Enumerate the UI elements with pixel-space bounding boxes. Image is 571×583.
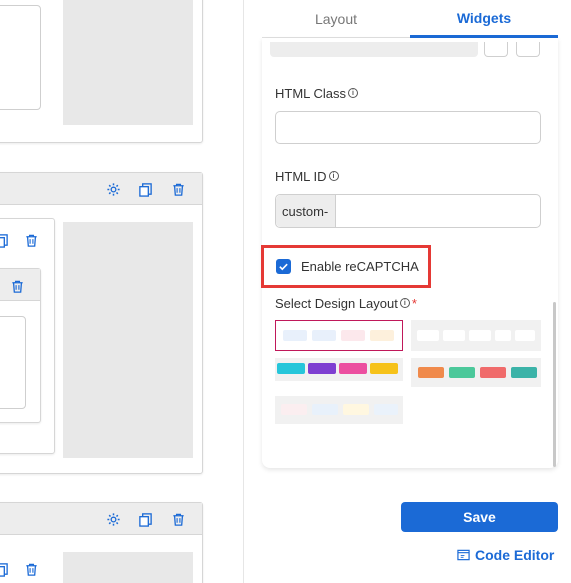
html-id-label: HTML ID i	[275, 167, 339, 185]
layout-preview-tile	[341, 330, 365, 341]
duplicate-icon[interactable]	[0, 560, 10, 578]
partial-input-row	[270, 42, 478, 57]
html-class-label-text: HTML Class	[275, 85, 347, 101]
layout-preview-tile	[449, 367, 475, 378]
layout-preview-tile	[515, 330, 535, 341]
recaptcha-highlight: Enable reCAPTCHA	[261, 245, 431, 288]
duplicate-icon[interactable]	[0, 231, 10, 249]
layout-preview-tile	[281, 404, 307, 415]
layout-preview-tile	[277, 363, 305, 374]
code-editor-link[interactable]: Code Editor	[457, 547, 554, 563]
html-id-prefix: custom-	[276, 195, 336, 227]
layout-preview-tile	[308, 363, 336, 374]
gear-icon[interactable]	[104, 510, 122, 528]
required-mark: *	[411, 295, 417, 311]
html-class-label: HTML Class i	[275, 84, 359, 102]
layout-preview-tile	[469, 330, 491, 341]
layout-preview-tile	[339, 363, 367, 374]
design-layout-label-text: Select Design Layout	[275, 295, 398, 311]
info-icon[interactable]: i	[399, 298, 410, 308]
code-editor-label[interactable]: Code Editor	[475, 547, 554, 563]
section-1-placeholder	[63, 0, 193, 125]
nested-widget-inner-box[interactable]	[0, 316, 26, 409]
design-layout-label: Select Design Layout i *	[275, 294, 417, 312]
tab-layout[interactable]: Layout	[262, 0, 410, 38]
tab-widgets[interactable]: Widgets	[410, 0, 558, 38]
layout-preview-tile	[343, 404, 369, 415]
design-layout-option-4[interactable]	[411, 358, 541, 387]
layout-preview-tile	[312, 330, 336, 341]
design-layout-option-5[interactable]	[275, 396, 403, 424]
trash-icon[interactable]	[22, 231, 40, 249]
partial-button[interactable]	[516, 42, 540, 57]
layout-preview-tile	[418, 367, 444, 378]
html-id-label-text: HTML ID	[275, 168, 327, 184]
code-editor-icon	[457, 549, 470, 561]
info-icon[interactable]: i	[328, 171, 339, 181]
trash-icon[interactable]	[22, 560, 40, 578]
design-layout-option-3[interactable]	[275, 358, 403, 381]
info-icon[interactable]: i	[348, 88, 359, 98]
recaptcha-checkbox[interactable]	[276, 259, 291, 274]
trash-icon[interactable]	[169, 180, 187, 198]
trash-icon[interactable]	[8, 277, 26, 295]
layout-preview-tile	[312, 404, 338, 415]
layout-preview-tile	[495, 330, 511, 341]
builder-canvas	[0, 0, 230, 583]
layout-preview-tile	[283, 330, 307, 341]
layout-preview-tile	[417, 330, 439, 341]
design-layout-option-1[interactable]	[275, 320, 403, 351]
design-layout-option-2[interactable]	[411, 320, 541, 351]
partial-button[interactable]	[484, 42, 508, 57]
section-3-placeholder	[63, 552, 193, 583]
section-1-inner-box[interactable]	[0, 5, 41, 110]
html-id-field[interactable]: custom-	[275, 194, 541, 228]
panel-tabs: Layout Widgets	[262, 0, 558, 38]
duplicate-icon[interactable]	[136, 510, 154, 528]
scrollbar[interactable]	[553, 302, 556, 467]
trash-icon[interactable]	[169, 510, 187, 528]
recaptcha-label[interactable]: Enable reCAPTCHA	[301, 259, 419, 274]
section-2-placeholder	[63, 222, 193, 458]
layout-preview-tile	[370, 363, 398, 374]
check-icon	[279, 263, 288, 271]
html-class-input[interactable]	[275, 111, 541, 144]
duplicate-icon[interactable]	[136, 180, 154, 198]
layout-preview-tile	[480, 367, 506, 378]
layout-preview-tile	[374, 404, 398, 415]
layout-preview-tile	[511, 367, 537, 378]
layout-preview-tile	[370, 330, 394, 341]
layout-preview-tile	[443, 330, 465, 341]
gear-icon[interactable]	[104, 180, 122, 198]
save-button[interactable]: Save	[401, 502, 558, 532]
